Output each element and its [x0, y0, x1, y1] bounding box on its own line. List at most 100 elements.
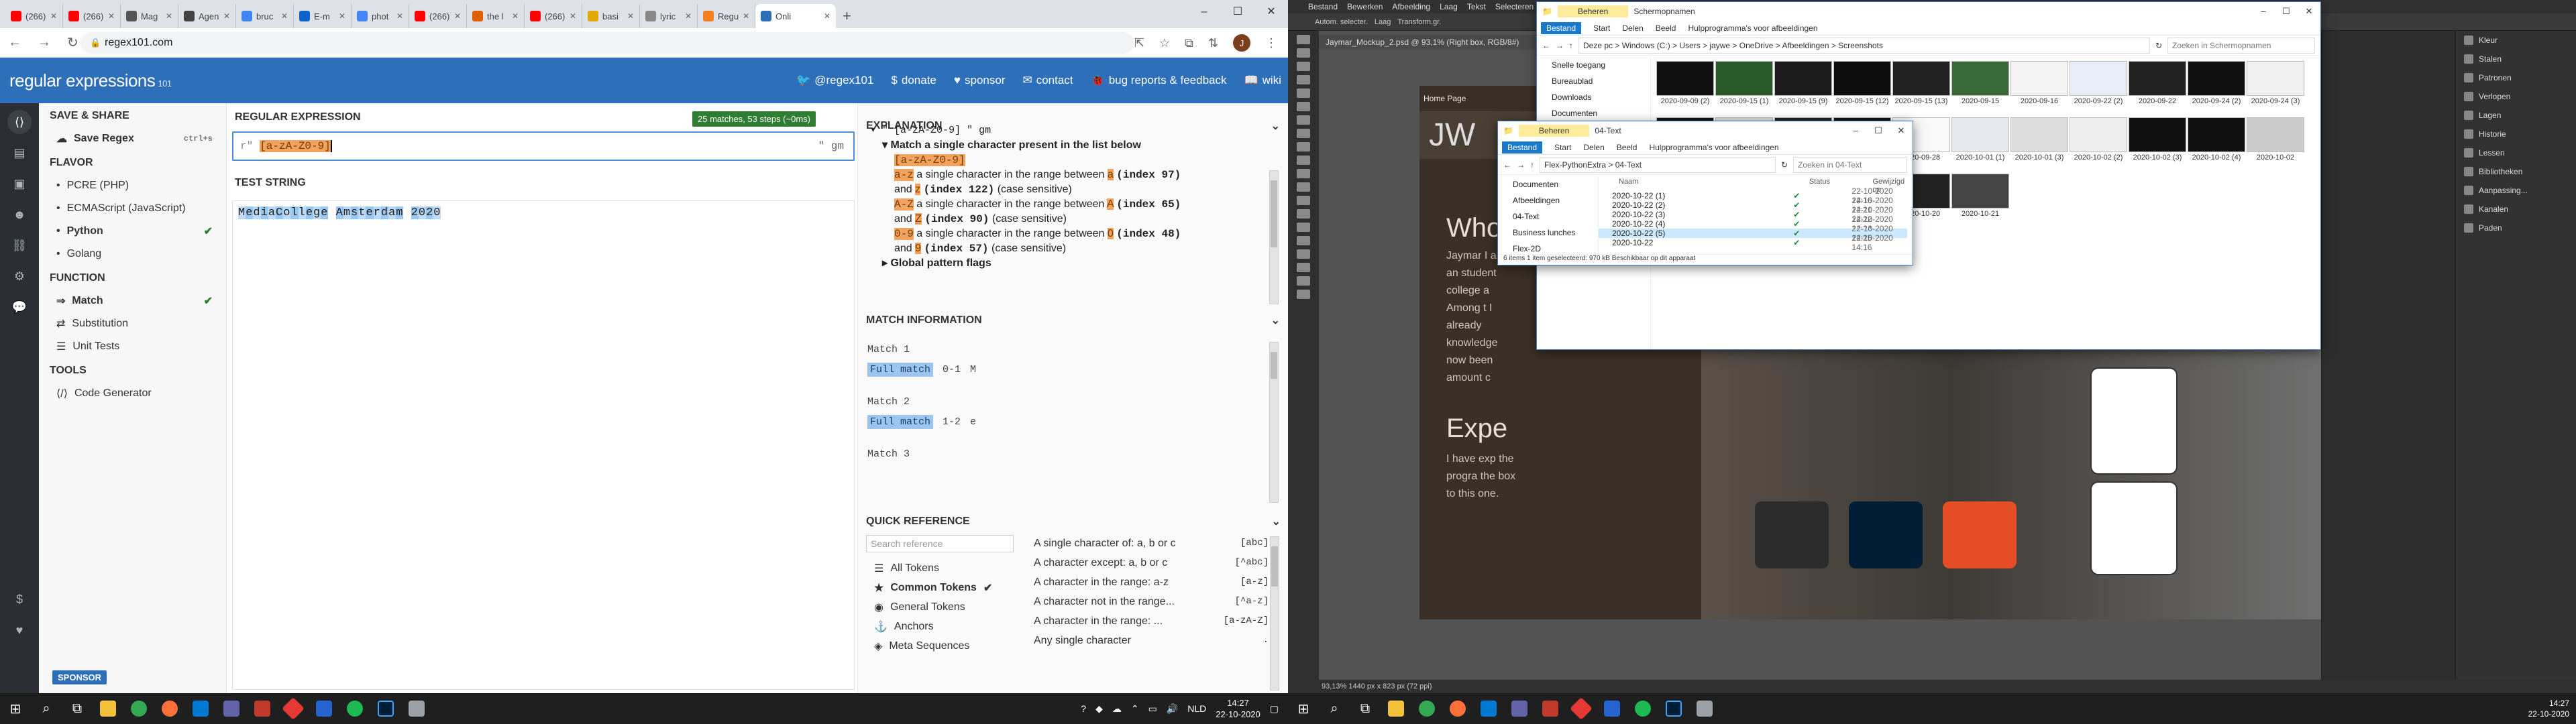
chevron-down-icon[interactable]: ⌄ — [1272, 515, 1281, 528]
browser-tab[interactable]: (266) ✕ — [63, 4, 121, 28]
close-button[interactable]: ✕ — [2298, 6, 2320, 17]
browser-tab[interactable]: (266) ✕ — [525, 4, 582, 28]
reference-item[interactable]: Any single character. — [1034, 635, 1269, 647]
windows-start-icon[interactable]: ⊞ — [1288, 693, 1319, 724]
minimize-button[interactable]: – — [2252, 6, 2275, 17]
screenshot-thumbnail[interactable]: 2020-10-02 (3) — [2127, 117, 2188, 162]
chevron-down-icon[interactable]: ⌄ — [1271, 314, 1280, 327]
photoshop-icon[interactable] — [370, 693, 401, 724]
browser-tab[interactable]: bruc ✕ — [236, 4, 294, 28]
tab-close-icon[interactable]: ✕ — [512, 11, 519, 21]
move-tool-icon[interactable] — [1297, 35, 1310, 44]
nav-item[interactable]: Snelle toegang — [1537, 57, 1650, 73]
ps-panel-item[interactable]: Paden — [2456, 219, 2576, 237]
eraser-tool-icon[interactable] — [1297, 169, 1310, 178]
explanation-scrollbar[interactable] — [1269, 170, 1279, 304]
mail-icon[interactable] — [1473, 693, 1504, 724]
header-link[interactable]: 🐞 bug reports & feedback — [1091, 74, 1227, 87]
minimize-button[interactable]: – — [1187, 0, 1221, 24]
shape-tool-icon[interactable] — [1297, 263, 1310, 272]
hand-tool-icon[interactable] — [1297, 276, 1310, 286]
browser-tab[interactable]: (266) ✕ — [409, 4, 467, 28]
ps-option[interactable]: Autom. selecter. — [1315, 18, 1368, 26]
refresh-icon[interactable]: ↻ — [2155, 41, 2162, 50]
ps-panel-item[interactable]: Kleur — [2456, 31, 2576, 50]
screenshot-thumbnail[interactable]: 2020-09-15 (9) — [1773, 61, 1833, 105]
sync-icon[interactable]: ⇅ — [1208, 36, 1218, 50]
firefox-icon[interactable] — [154, 693, 185, 724]
reference-item[interactable]: A character in the range: ... [a-zA-Z] — [1034, 615, 1269, 627]
kebab-menu-icon[interactable]: ⋮ — [1265, 36, 1277, 50]
nav-item[interactable]: 04-Text — [1498, 208, 1598, 225]
volume-icon[interactable]: 🔊 — [1167, 703, 1178, 715]
dodge-tool-icon[interactable] — [1297, 209, 1310, 219]
reference-search-input[interactable]: Search reference — [866, 535, 1014, 552]
chrome-icon[interactable] — [1411, 693, 1442, 724]
reference-item[interactable]: A single character of: a, b or c [abc] — [1034, 538, 1269, 550]
ps-panel-item[interactable]: Historie — [2456, 125, 2576, 143]
tab-close-icon[interactable]: ✕ — [627, 11, 634, 21]
screenshot-thumbnail[interactable]: 2020-09-22 (2) — [2068, 61, 2129, 105]
ps-option[interactable]: Laag — [1375, 18, 1391, 26]
regex-editor-icon[interactable]: ⟨⟩ — [7, 110, 32, 134]
forward-icon[interactable]: → — [38, 35, 51, 50]
ps-panel-item[interactable]: Lagen — [2456, 106, 2576, 125]
reference-category[interactable]: ◉ General Tokens — [874, 601, 965, 614]
refresh-icon[interactable]: ↻ — [1781, 160, 1788, 170]
shield-icon[interactable] — [401, 693, 432, 724]
spotify-icon[interactable] — [339, 693, 370, 724]
ribbon-tab[interactable]: Delen — [1583, 143, 1604, 152]
clock[interactable]: 14:27 22-10-2020 — [1216, 697, 1260, 720]
tab-close-icon[interactable]: ✕ — [223, 11, 230, 21]
account-icon[interactable]: ☻ — [7, 202, 32, 227]
reference-item[interactable]: A character not in the range... [^a-z] — [1034, 596, 1269, 608]
pen-tool-icon[interactable] — [1297, 223, 1310, 232]
quick-reference-header[interactable]: QUICK REFERENCE ⌄ — [858, 512, 1288, 531]
browser-tab[interactable]: phot ✕ — [352, 4, 409, 28]
screenshot-thumbnail[interactable]: 2020-10-02 (4) — [2186, 117, 2247, 162]
eyedropper-icon[interactable] — [1297, 102, 1310, 111]
stamp-tool-icon[interactable] — [1297, 142, 1310, 152]
file-explorer-icon[interactable] — [93, 693, 123, 724]
screenshot-thumbnail[interactable]: 2020-09-09 (2) — [1655, 61, 1715, 105]
browser-tab[interactable]: (266) ✕ — [5, 4, 63, 28]
tab-close-icon[interactable]: ✕ — [685, 11, 692, 21]
windows-start-icon[interactable]: ⊞ — [0, 693, 31, 724]
dollar-icon[interactable]: $ — [7, 587, 32, 611]
ps-menu-item[interactable]: Bestand — [1308, 2, 1338, 11]
gradient-tool-icon[interactable] — [1297, 182, 1310, 192]
regex-input[interactable]: r" [a-zA-Z0-9] " gm — [232, 131, 855, 161]
ps-panel-item[interactable]: Lessen — [2456, 143, 2576, 162]
brush-tool-icon[interactable] — [1297, 129, 1310, 138]
browser-tab[interactable]: Agen ✕ — [178, 4, 236, 28]
browser-tab[interactable]: E-m ✕ — [294, 4, 352, 28]
ps-panel-item[interactable]: Bibliotheken — [2456, 162, 2576, 181]
match-info-header[interactable]: MATCH INFORMATION ⌄ — [858, 311, 1288, 330]
screenshot-thumbnail[interactable]: 2020-09-16 — [2009, 61, 2070, 105]
tab-close-icon[interactable]: ✕ — [166, 11, 172, 21]
browser-tab[interactable]: lyric ✕ — [640, 4, 698, 28]
maximize-button[interactable]: ☐ — [1221, 0, 1254, 24]
teams-icon[interactable] — [216, 693, 247, 724]
explorer1-path[interactable]: Deze pc > Windows (C:) > Users > jaywe >… — [1578, 37, 2150, 54]
header-link[interactable]: 🐦 @regex101 — [796, 74, 873, 87]
help-icon[interactable]: ? — [1081, 703, 1086, 714]
ps-menu-item[interactable]: Selecteren — [1495, 2, 1534, 11]
quick-ref-scrollbar[interactable] — [1270, 536, 1279, 690]
search-icon[interactable]: ⌕ — [31, 693, 62, 724]
ribbon-tab[interactable]: Beeld — [1617, 143, 1638, 152]
tab-close-icon[interactable]: ✕ — [281, 11, 288, 21]
tab-close-icon[interactable]: ✕ — [570, 11, 576, 21]
function-item[interactable]: ⇒ Match ✔ — [39, 290, 226, 312]
browser-tab[interactable]: the l ✕ — [467, 4, 525, 28]
todo-icon[interactable] — [309, 693, 339, 724]
chevron-down-icon[interactable]: ⌄ — [1271, 119, 1280, 133]
ps-menu-item[interactable]: Laag — [1440, 2, 1458, 11]
blur-tool-icon[interactable] — [1297, 196, 1310, 205]
outlook-icon[interactable] — [247, 693, 278, 724]
spotify-icon[interactable] — [1627, 693, 1658, 724]
reference-category[interactable]: ⚓ Anchors — [874, 620, 934, 634]
ps-panel-item[interactable]: Verlopen — [2456, 87, 2576, 106]
lasso-tool-icon[interactable] — [1297, 62, 1310, 71]
app-red-icon[interactable] — [1566, 693, 1597, 724]
